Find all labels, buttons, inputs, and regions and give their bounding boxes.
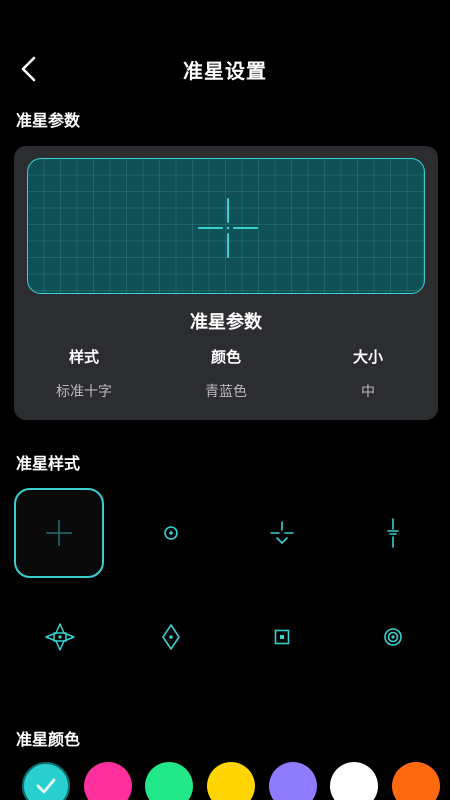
color-swatch-green[interactable] [145,762,193,800]
plus-crosshair-icon [46,520,72,546]
dot-circle-crosshair-icon [164,526,178,540]
param-size: 大小 中 [308,346,428,401]
param-size-value: 中 [361,384,375,400]
double-circle-crosshair-icon [384,628,402,646]
color-swatch-row [0,762,450,800]
vertical-line-crosshair-icon [387,518,399,548]
style-option-plus[interactable] [14,488,104,578]
color-swatch-yellow[interactable] [207,762,255,800]
crosshair-preview-icon [198,198,258,258]
param-style: 样式 标准十字 [24,346,144,401]
param-size-label: 大小 [352,348,383,366]
param-card: 准星参数 样式 标准十字 颜色 青蓝色 大小 中 [14,146,438,420]
params-section-title: 准星参数 [16,111,81,130]
param-style-label: 样式 [68,348,99,366]
page-title: 准星设置 [183,59,267,83]
color-swatch-purple[interactable] [269,762,317,800]
param-color-label: 颜色 [210,348,241,366]
style-option-dot-circle[interactable] [126,488,216,578]
style-option-star-diamond[interactable] [15,592,105,682]
style-option-double-circle[interactable] [348,592,438,682]
diamond-dot-crosshair-icon [162,624,180,650]
param-style-value: 标准十字 [56,384,112,400]
t-shaped-crosshair-icon [270,521,294,545]
square-dot-crosshair-icon [274,629,290,645]
color-section-title: 准星颜色 [16,730,81,749]
crosshair-preview [27,158,425,294]
style-option-t-shape[interactable] [237,488,327,578]
param-color-value: 青蓝色 [205,384,247,400]
color-swatch-pink[interactable] [84,762,132,800]
color-swatch-cyan[interactable] [22,762,70,800]
star-diamond-crosshair-icon [45,623,75,651]
style-option-square-dot[interactable] [237,592,327,682]
param-color: 颜色 青蓝色 [166,346,286,401]
color-swatch-orange[interactable] [392,762,440,800]
checkmark-icon [36,778,56,794]
style-section-title: 准星样式 [16,454,81,473]
style-option-diamond-dot[interactable] [126,592,216,682]
style-option-vertical[interactable] [348,488,438,578]
param-card-heading: 准星参数 [190,312,262,333]
color-swatch-white[interactable] [330,762,378,800]
header: 准星设置 [0,45,450,93]
